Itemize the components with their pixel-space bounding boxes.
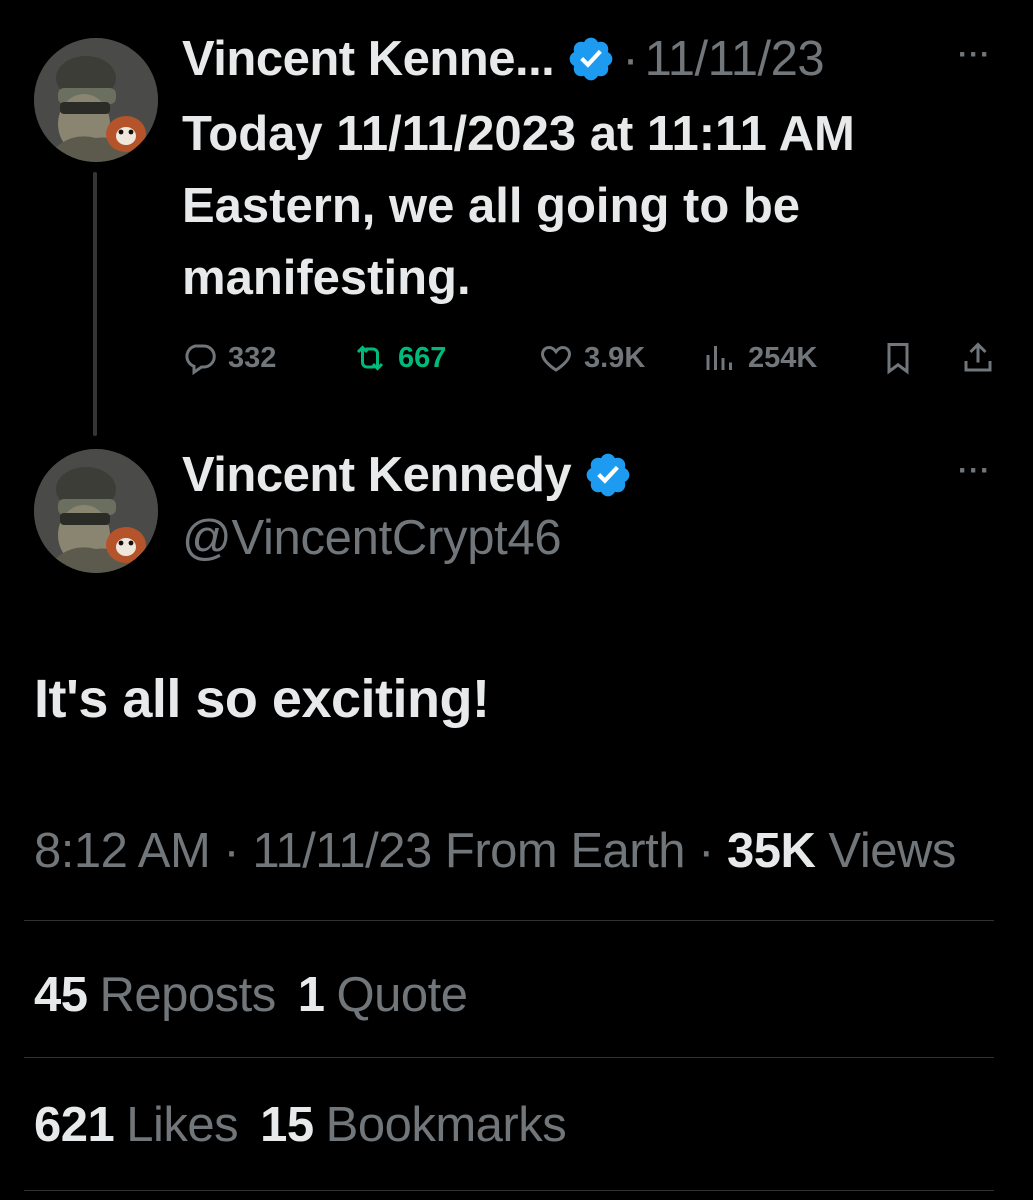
like-button[interactable]: 3.9K [538, 340, 702, 376]
likes-count[interactable]: 621 [34, 1097, 115, 1153]
separator-dot: · [684, 824, 728, 878]
views-icon [706, 346, 732, 370]
verified-icon [586, 453, 630, 497]
tweet-date[interactable]: 11/11/23 [645, 31, 825, 87]
views-count: 254K [748, 341, 818, 374]
avatar[interactable] [34, 449, 158, 573]
bookmark-icon [887, 343, 909, 375]
author-name[interactable]: Vincent Kenne... [182, 31, 555, 87]
repost-button[interactable]: 667 [352, 340, 538, 376]
bookmarks-count[interactable]: 15 [260, 1097, 314, 1153]
verified-icon [569, 37, 613, 81]
avatar[interactable] [34, 38, 158, 162]
reply-actions-bar: 332 667 3.9K 254K [182, 330, 1007, 386]
tweet-time[interactable]: 8:12 AM [34, 824, 211, 878]
reply-count: 332 [228, 341, 277, 374]
stats-row-likes: 621 Likes 15 Bookmarks [34, 1090, 588, 1160]
like-count: 3.9K [584, 341, 646, 374]
tweet-date[interactable]: 11/11/23 [252, 824, 432, 878]
reposts-count[interactable]: 45 [34, 967, 88, 1023]
author-name[interactable]: Vincent Kennedy [182, 447, 572, 503]
views-label: Views [815, 824, 957, 878]
share-icon [964, 342, 992, 372]
reply-button[interactable]: 332 [182, 340, 352, 376]
bookmark-button[interactable] [880, 340, 960, 376]
more-icon[interactable]: ··· [958, 454, 991, 488]
views-count: 35K [727, 824, 816, 878]
divider [24, 920, 994, 921]
share-button[interactable] [960, 340, 1006, 376]
thread-line [93, 172, 97, 436]
divider [24, 1190, 994, 1191]
separator-dot: · [622, 32, 639, 86]
reply-icon [185, 344, 216, 376]
reply-tweet-text: Today 11/11/2023 at 11:11 AM Eastern, we… [182, 107, 855, 305]
retweet-icon [356, 345, 384, 371]
bookmarks-label[interactable]: Bookmarks [326, 1097, 567, 1153]
divider [24, 1057, 994, 1058]
quotes-count[interactable]: 1 [298, 967, 325, 1023]
tweet-meta: 8:12 AM · 11/11/23 From Earth · 35K View… [34, 816, 994, 886]
reposts-label[interactable]: Reposts [100, 967, 277, 1023]
quotes-label[interactable]: Quote [337, 967, 468, 1023]
views-button[interactable]: 254K [702, 340, 880, 376]
separator-dot: · [210, 824, 253, 878]
reply-header: Vincent Kenne... · 11/11/23 [182, 24, 825, 94]
more-icon[interactable]: ··· [958, 38, 991, 72]
tweet-source: From Earth [431, 824, 686, 878]
author-handle[interactable]: @VincentCrypt46 [182, 510, 562, 566]
tweet-thread: Vincent Kenne... · 11/11/23 ··· Today 11… [0, 0, 1033, 1200]
like-icon [541, 345, 571, 372]
main-tweet-text: It's all so exciting! [34, 669, 490, 729]
likes-label[interactable]: Likes [126, 1097, 238, 1153]
repost-count: 667 [398, 341, 447, 374]
stats-row-reposts: 45 Reposts 1 Quote [34, 960, 490, 1030]
main-header: Vincent Kennedy [182, 440, 633, 510]
